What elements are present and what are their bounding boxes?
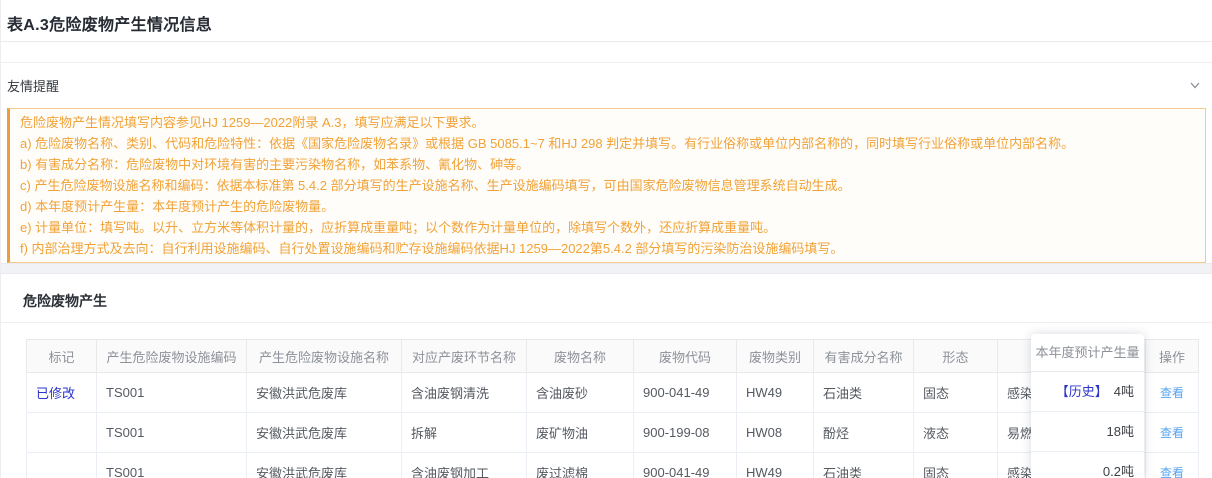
- amount-column-popover: 本年度预计产生量 【历史】 4吨 18吨 0.2吨: [1031, 334, 1144, 478]
- chevron-down-icon[interactable]: [1188, 78, 1202, 92]
- col-header-facility-name: 产生危险废物设施名称: [247, 340, 402, 373]
- page-title: 表A.3危险废物产生情况信息: [7, 11, 1206, 35]
- waste-category-cell: HW49: [737, 373, 814, 413]
- table-header-row: 标记 产生危险废物设施编码 产生危险废物设施名称 对应产废环节名称 废物名称 废…: [27, 340, 1199, 373]
- action-cell: 查看: [1146, 453, 1199, 478]
- harmful-component-cell: 石油类: [814, 373, 914, 413]
- view-link[interactable]: 查看: [1160, 386, 1184, 400]
- notice-line: c) 产生危险废物设施名称和编码：依据本标准第 5.4.2 部分填写的生产设施名…: [20, 175, 1195, 196]
- title-bar: 表A.3危险废物产生情况信息: [1, 0, 1212, 42]
- notice-line: d) 本年度预计产生量：本年度预计产生的危险废物量。: [20, 196, 1195, 217]
- process-name-cell: 含油废钢加工: [402, 453, 527, 478]
- col-header-waste-category: 废物类别: [737, 340, 814, 373]
- form-cell: 液态: [914, 413, 998, 453]
- harmful-component-cell: 酚烃: [814, 413, 914, 453]
- history-tag[interactable]: 【历史】: [1056, 384, 1108, 399]
- facility-code-cell: TS001: [97, 413, 247, 453]
- waste-name-cell: 废矿物油: [527, 413, 634, 453]
- col-header-form: 形态: [914, 340, 998, 373]
- action-cell: 查看: [1146, 373, 1199, 413]
- waste-name-cell: 废过滤棉: [527, 453, 634, 478]
- notice-line: f) 内部治理方式及去向：自行利用设施编码、自行处置设施编码和贮存设施编码依据H…: [20, 238, 1195, 259]
- mark-cell: 已修改: [27, 373, 97, 413]
- amount-cell: 0.2吨: [1031, 452, 1144, 478]
- amount-value: 0.2吨: [1103, 464, 1134, 478]
- process-name-cell: 拆解: [402, 413, 527, 453]
- amount-value: 4吨: [1114, 384, 1134, 399]
- col-header-harmful-component: 有害成分名称: [814, 340, 914, 373]
- facility-code-cell: TS001: [97, 373, 247, 413]
- notice-line: b) 有害成分名称：危险废物中对环境有害的主要污染物名称，如苯系物、氰化物、砷等…: [20, 154, 1195, 175]
- view-link[interactable]: 查看: [1160, 466, 1184, 478]
- waste-name-cell: 含油废砂: [527, 373, 634, 413]
- col-header-waste-name: 废物名称: [527, 340, 634, 373]
- facility-name-cell: 安徽洪武危废库: [247, 453, 402, 478]
- mark-cell: [27, 453, 97, 478]
- facility-name-cell: 安徽洪武危废库: [247, 413, 402, 453]
- mark-cell: [27, 413, 97, 453]
- amount-cell: 【历史】 4吨: [1031, 372, 1144, 412]
- reminder-collapse-header[interactable]: 友情提醒: [1, 63, 1212, 107]
- table-row: 已修改 TS001 安徽洪武危废库 含油废钢清洗 含油废砂 900-041-49…: [27, 373, 1199, 413]
- facility-code-cell: TS001: [97, 453, 247, 478]
- facility-name-cell: 安徽洪武危废库: [247, 373, 402, 413]
- form-cell: 固态: [914, 373, 998, 413]
- table-row: TS001 安徽洪武危废库 含油废钢加工 废过滤棉 900-041-49 HW4…: [27, 453, 1199, 478]
- waste-code-cell: 900-041-49: [634, 453, 737, 478]
- col-header-facility-code: 产生危险废物设施编码: [97, 340, 247, 373]
- title-divider: [1, 42, 1212, 63]
- table-row: TS001 安徽洪武危废库 拆解 废矿物油 900-199-08 HW08 酚烃…: [27, 413, 1199, 453]
- section-title: 危险废物产生: [1, 274, 1212, 323]
- col-header-process-name: 对应产废环节名称: [402, 340, 527, 373]
- notice-line: 危险废物产生情况填写内容参见HJ 1259—2022附录 A.3，填写应满足以下…: [20, 112, 1195, 133]
- col-header-waste-code: 废物代码: [634, 340, 737, 373]
- action-cell: 查看: [1146, 413, 1199, 453]
- amount-cell: 18吨: [1031, 412, 1144, 452]
- notice-line: a) 危险废物名称、类别、代码和危险特性：依据《国家危险废物名录》或根据 GB …: [20, 133, 1195, 154]
- waste-category-cell: HW49: [737, 453, 814, 478]
- form-cell: 固态: [914, 453, 998, 478]
- reminder-title: 友情提醒: [7, 76, 59, 95]
- waste-category-cell: HW08: [737, 413, 814, 453]
- section-gap: [1, 263, 1212, 273]
- waste-generation-table: 标记 产生危险废物设施编码 产生危险废物设施名称 对应产废环节名称 废物名称 废…: [26, 339, 1199, 478]
- amount-value: 18吨: [1107, 424, 1134, 439]
- process-name-cell: 含油废钢清洗: [402, 373, 527, 413]
- col-header-action: 操作: [1146, 340, 1199, 373]
- waste-code-cell: 900-041-49: [634, 373, 737, 413]
- hazardous-waste-form-page: 表A.3危险废物产生情况信息 友情提醒 危险废物产生情况填写内容参见HJ 125…: [0, 0, 1212, 478]
- notice-alert-box: 危险废物产生情况填写内容参见HJ 1259—2022附录 A.3，填写应满足以下…: [7, 108, 1206, 263]
- col-header-annual-amount: 本年度预计产生量: [1031, 334, 1144, 372]
- harmful-component-cell: 石油类: [814, 453, 914, 478]
- col-header-mark: 标记: [27, 340, 97, 373]
- waste-code-cell: 900-199-08: [634, 413, 737, 453]
- notice-line: e) 计量单位：填写吨。以升、立方米等体积计量的，应折算成重量吨；以个数作为计量…: [20, 217, 1195, 238]
- view-link[interactable]: 查看: [1160, 426, 1184, 440]
